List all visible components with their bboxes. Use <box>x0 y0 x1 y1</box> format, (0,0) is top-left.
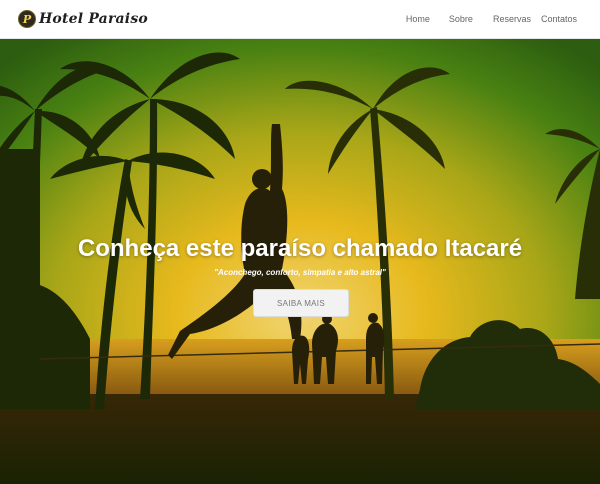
saiba-mais-button[interactable]: SAIBA MAIS <box>253 289 349 317</box>
nav-link-contatos[interactable]: Contatos <box>536 14 582 24</box>
nav-link-home[interactable]: Home <box>401 14 435 24</box>
nav-link-sobre[interactable]: Sobre <box>444 14 478 24</box>
brand-logo-icon: P <box>18 10 36 28</box>
brand[interactable]: P Hotel Paraiso <box>18 10 148 28</box>
brand-logo-letter: P <box>22 12 32 26</box>
nav-link-reservas[interactable]: Reservas <box>488 14 536 24</box>
nav-menu: Home Sobre Reservas Contatos <box>401 14 582 24</box>
brand-name: Hotel Paraiso <box>39 11 148 27</box>
hero-subtitle: "Aconchego, conforto, simpatia e alto as… <box>214 268 386 277</box>
hero-section: Conheça este paraíso chamado Itacaré "Ac… <box>0 39 600 484</box>
navbar: P Hotel Paraiso Home Sobre Reservas Cont… <box>0 0 600 39</box>
hero-title: Conheça este paraíso chamado Itacaré <box>77 235 523 262</box>
